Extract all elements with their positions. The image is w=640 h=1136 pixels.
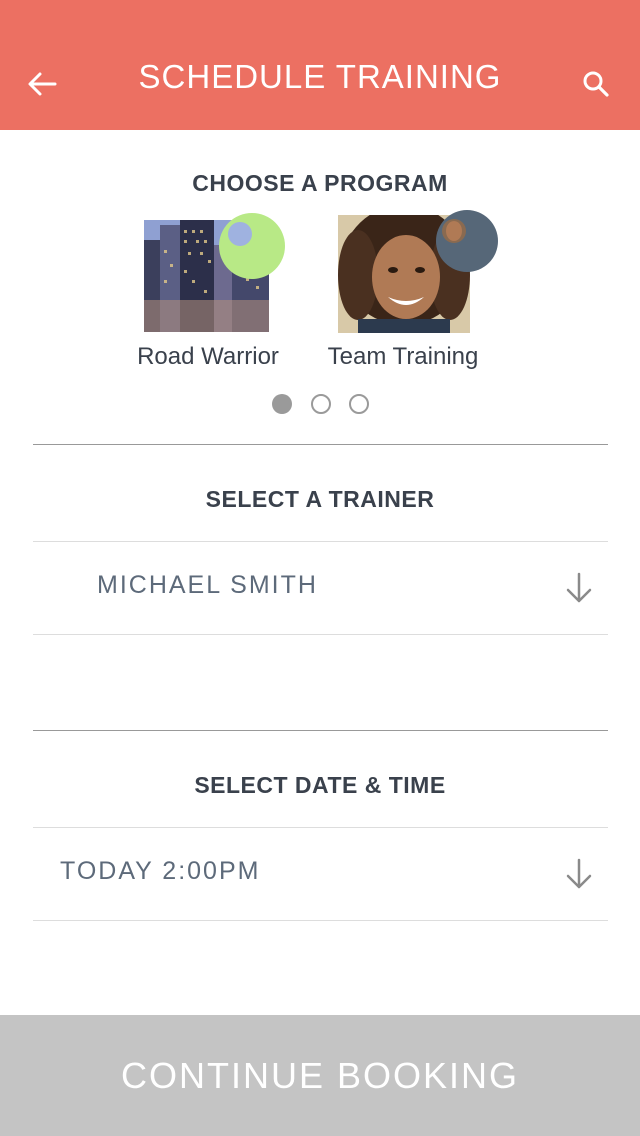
trainer-section-title: SELECT A TRAINER: [205, 486, 435, 512]
section-divider: [33, 730, 608, 731]
program-card-road-warrior[interactable]: Road Warrior: [100, 210, 320, 380]
program-card-team-training[interactable]: Team Training: [293, 210, 513, 380]
program-badge: [218, 212, 286, 280]
program-badge: [436, 210, 498, 272]
datetime-dropdown[interactable]: TODAY 2:00PM: [33, 827, 608, 920]
page-title: SCHEDULE TRAINING: [138, 58, 502, 95]
arrow-down-icon: [566, 572, 592, 603]
continue-booking-label: CONTINUE BOOKING: [120, 1054, 520, 1096]
datetime-selected-value: TODAY 2:00PM: [60, 857, 261, 885]
search-button[interactable]: [578, 64, 614, 104]
trainer-dropdown[interactable]: MICHAEL SMITH: [33, 541, 608, 634]
pagination-dot-2[interactable]: [311, 394, 331, 414]
program-label-team-training: Team Training: [327, 343, 479, 370]
program-pagination: [0, 394, 640, 416]
header-bar: SCHEDULE TRAINING: [0, 0, 640, 130]
program-section-title: CHOOSE A PROGRAM: [192, 170, 448, 196]
trainer-selected-value: MICHAEL SMITH: [97, 571, 318, 599]
arrow-down-icon: [566, 858, 592, 889]
pagination-dot-1[interactable]: [272, 394, 292, 414]
program-label-road-warrior: Road Warrior: [137, 343, 279, 370]
row-divider: [33, 920, 608, 921]
datetime-section-title: SELECT DATE & TIME: [194, 772, 446, 798]
row-divider: [33, 634, 608, 635]
section-divider: [33, 444, 608, 445]
search-icon: [583, 71, 609, 97]
pagination-dot-3[interactable]: [349, 394, 369, 414]
continue-booking-button[interactable]: CONTINUE BOOKING: [0, 1015, 640, 1136]
